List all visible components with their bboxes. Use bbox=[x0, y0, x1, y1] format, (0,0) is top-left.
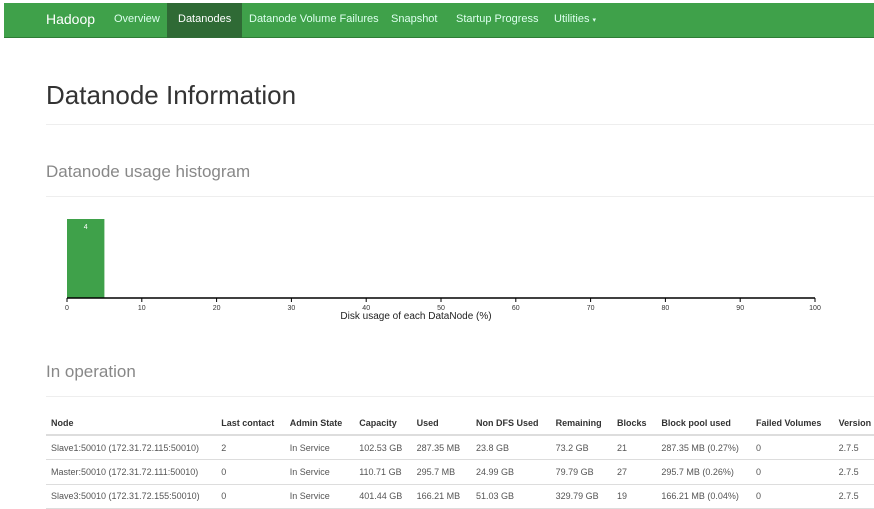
table-cell: 0 bbox=[216, 459, 285, 485]
nav-utilities-label: Utilities bbox=[554, 13, 590, 25]
table-cell: 295.7 MB (0.26%) bbox=[656, 459, 752, 485]
table-cell: 295.7 MB bbox=[411, 459, 472, 485]
x-tick-label: 70 bbox=[587, 305, 595, 312]
column-header[interactable]: Non DFS Used bbox=[471, 412, 551, 436]
x-tick-label: 0 bbox=[65, 305, 69, 312]
table-cell: 21 bbox=[612, 435, 657, 460]
table-cell: 2.7.5 bbox=[833, 459, 874, 485]
column-header[interactable]: Failed Volumes bbox=[751, 412, 834, 436]
nav-startup-progress[interactable]: Startup Progress bbox=[456, 3, 539, 38]
table-cell: 0 bbox=[751, 459, 834, 485]
table-cell: 51.03 GB bbox=[471, 484, 551, 509]
x-tick-label: 80 bbox=[662, 305, 670, 312]
histogram-title: Datanode usage histogram bbox=[46, 162, 251, 181]
table-cell: In Service bbox=[284, 459, 355, 485]
table-row: Master:50010 (172.31.72.111:50010) 0 In Se… bbox=[46, 459, 874, 485]
table-cell: 0 bbox=[216, 484, 285, 509]
table-cell: 27 bbox=[612, 459, 657, 485]
table-cell: 287.35 MB (0.27%) bbox=[656, 435, 752, 460]
column-header[interactable]: Admin State bbox=[284, 412, 355, 436]
bar-label: 4 bbox=[84, 224, 88, 231]
brand-link[interactable]: Hadoop bbox=[46, 3, 95, 38]
table-cell: 2.7.5 bbox=[833, 435, 874, 460]
column-header[interactable]: Node bbox=[46, 412, 217, 436]
divider bbox=[46, 396, 874, 397]
column-header[interactable]: Last contact bbox=[216, 412, 285, 436]
table-cell: 2 bbox=[216, 435, 285, 460]
table-cell: 79.79 GB bbox=[550, 459, 613, 485]
x-tick-label: 20 bbox=[213, 305, 221, 312]
usage-histogram: 40 10 20 30 40 50 60 70 80 90 100Disk usage of eac… bbox=[65, 219, 821, 322]
table-row: Slave1:50010 (172.31.72.115:50010) 2 In Se… bbox=[46, 435, 874, 460]
table-cell: 0 bbox=[751, 484, 834, 509]
table-cell: 73.2 GB bbox=[550, 435, 613, 460]
nav-overview[interactable]: Overview bbox=[114, 3, 160, 38]
table-cell: In Service bbox=[284, 484, 355, 509]
x-tick-label: 30 bbox=[288, 305, 296, 312]
table-row: Slave3:50010 (172.31.72.155:50010) 0 In Se… bbox=[46, 484, 874, 509]
table-cell: 23.8 GB bbox=[471, 435, 551, 460]
caret-down-icon: ▾ bbox=[592, 17, 597, 24]
table-cell: 401.44 GB bbox=[354, 484, 412, 509]
table-cell: Slave3:50010 (172.31.72.155:50010) bbox=[46, 484, 217, 509]
x-axis-label: Disk usage of each DataNode (%) bbox=[340, 311, 491, 322]
column-header[interactable]: Remaining bbox=[550, 412, 613, 436]
table-cell: 166.21 MB bbox=[411, 484, 472, 509]
nav-volume-failures[interactable]: Datanode Volume Failures bbox=[249, 3, 379, 38]
table-cell: 102.53 GB bbox=[354, 435, 412, 460]
column-header[interactable]: Blocks bbox=[612, 412, 657, 436]
column-header[interactable]: Used bbox=[411, 412, 472, 436]
table-cell: 0 bbox=[751, 435, 834, 460]
nav-utilities[interactable]: Utilities ▾ bbox=[554, 3, 596, 38]
table-cell: 287.35 MB bbox=[411, 435, 472, 460]
column-header[interactable]: Version bbox=[833, 412, 874, 436]
in-operation-title: In operation bbox=[46, 362, 136, 381]
x-tick-label: 60 bbox=[512, 305, 520, 312]
table-cell: Master:50010 (172.31.72.111:50010) bbox=[46, 459, 217, 485]
table-cell: 24.99 GB bbox=[471, 459, 551, 485]
table-cell: 2.7.5 bbox=[833, 484, 874, 509]
table-cell: 110.71 GB bbox=[354, 459, 412, 485]
table-cell: 329.79 GB bbox=[550, 484, 613, 509]
table-cell: In Service bbox=[284, 435, 355, 460]
navbar: Hadoop Overview Datanodes Datanode Volum… bbox=[4, 3, 874, 38]
column-header[interactable]: Block pool used bbox=[656, 412, 752, 436]
divider bbox=[46, 124, 874, 125]
nav-datanodes[interactable]: Datanodes bbox=[167, 3, 243, 38]
divider bbox=[46, 196, 874, 197]
column-header[interactable]: Capacity bbox=[354, 412, 412, 436]
nav-snapshot[interactable]: Snapshot bbox=[391, 3, 437, 38]
datanode-table: Node Last contact Admin State Capacity Used N… bbox=[46, 412, 874, 509]
table-cell: 19 bbox=[612, 484, 657, 509]
x-tick-label: 90 bbox=[736, 305, 744, 312]
x-tick-label: 10 bbox=[138, 305, 146, 312]
table-cell: 166.21 MB (0.04%) bbox=[656, 484, 752, 509]
x-tick-label: 100 bbox=[809, 305, 821, 312]
page-title: Datanode Information bbox=[46, 80, 297, 110]
table-cell: Slave1:50010 (172.31.72.115:50010) bbox=[46, 435, 217, 460]
